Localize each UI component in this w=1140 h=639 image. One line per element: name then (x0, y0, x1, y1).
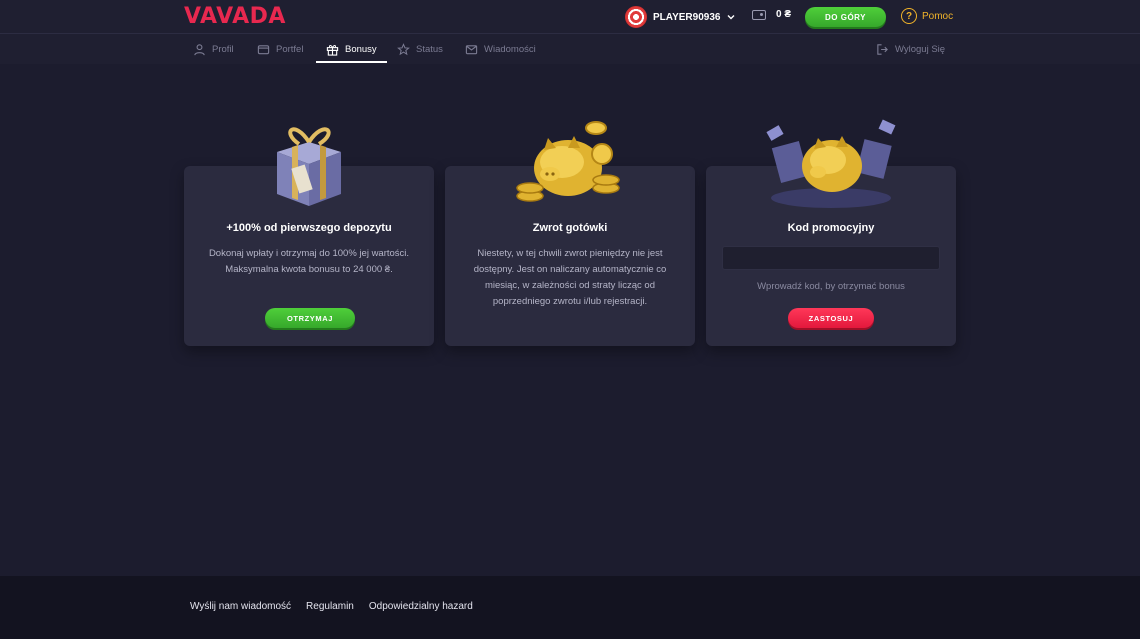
apply-promo-button[interactable]: ZASTOSUJ (788, 308, 874, 328)
username: PLAYER90936 (653, 11, 721, 23)
footer-link-responsible-gambling[interactable]: Odpowiedzialny hazard (369, 601, 473, 612)
top-bar: VAVADA PLAYER90936 0 ₴ DO GÓRY ? Pomoc (0, 0, 1140, 34)
footer-link-contact[interactable]: Wyślij nam wiadomość (190, 601, 291, 612)
star-icon (397, 42, 410, 55)
help-link[interactable]: ? Pomoc (901, 8, 953, 24)
promo-code-card: Kod promocyjny Wprowadź kod, by otrzymać… (706, 119, 956, 346)
logout-label: Wyloguj Się (895, 43, 946, 55)
logo[interactable]: VAVADA (184, 4, 286, 29)
card-title: +100% od pierwszego depozytu (226, 222, 392, 234)
tab-portfel[interactable]: Portfel (257, 34, 303, 64)
cashback-card: Zwrot gotówki Niestety, w tej chwili zwr… (445, 121, 695, 346)
tab-bonusy[interactable]: Bonusy (316, 34, 387, 64)
footer: Wyślij nam wiadomość Regulamin Odpowiedz… (0, 576, 1140, 639)
tab-label: Bonusy (345, 43, 377, 55)
card-description: Niestety, w tej chwili zwrot pieniędzy n… (473, 248, 667, 307)
tab-wiadomosci[interactable]: Wiadomości (465, 34, 536, 64)
profile-tabs: Profil Portfel Bonusy Status Wiadomości … (0, 34, 1140, 64)
deposit-bonus-card: +100% od pierwszego depozytu Dokonaj wpł… (184, 127, 434, 346)
logout-link[interactable]: Wyloguj Się (876, 34, 945, 64)
user-menu[interactable]: PLAYER90936 (625, 5, 736, 29)
card-title: Zwrot gotówki (532, 222, 608, 234)
question-icon: ? (901, 8, 917, 24)
tab-label: Profil (212, 43, 234, 55)
gift-icon (326, 44, 339, 56)
mail-icon (465, 44, 478, 54)
logout-icon (877, 43, 888, 55)
tab-label: Portfel (276, 43, 304, 55)
gift-box-illustration (277, 127, 341, 206)
help-label: Pomoc (922, 10, 954, 22)
receive-bonus-button[interactable]: OTRZYMAJ (265, 308, 355, 328)
wallet-icon (257, 44, 270, 54)
piggy-bank-illustration (516, 121, 620, 202)
tab-label: Wiadomości (484, 43, 536, 55)
promo-code-input[interactable] (722, 246, 940, 270)
card-description: Dokonaj wpłaty i otrzymaj do 100% jej wa… (208, 248, 410, 275)
avatar (625, 6, 647, 28)
user-icon (194, 43, 205, 55)
deposit-button[interactable]: DO GÓRY (805, 7, 886, 27)
wallet-icon (752, 9, 766, 20)
tab-label: Status (416, 43, 443, 55)
footer-links: Wyślij nam wiadomość Regulamin Odpowiedz… (190, 601, 473, 612)
footer-link-terms[interactable]: Regulamin (306, 601, 354, 612)
chevron-down-icon (727, 15, 735, 20)
balance[interactable]: 0 ₴ (752, 9, 791, 20)
balance-amount: 0 ₴ (776, 9, 792, 20)
piggy-gifts-illustration (766, 119, 896, 208)
card-title: Kod promocyjny (787, 222, 875, 234)
tab-profil[interactable]: Profil (193, 34, 234, 64)
promo-hint: Wprowadź kod, by otrzymać bonus (757, 281, 905, 292)
tab-status[interactable]: Status (397, 34, 443, 64)
